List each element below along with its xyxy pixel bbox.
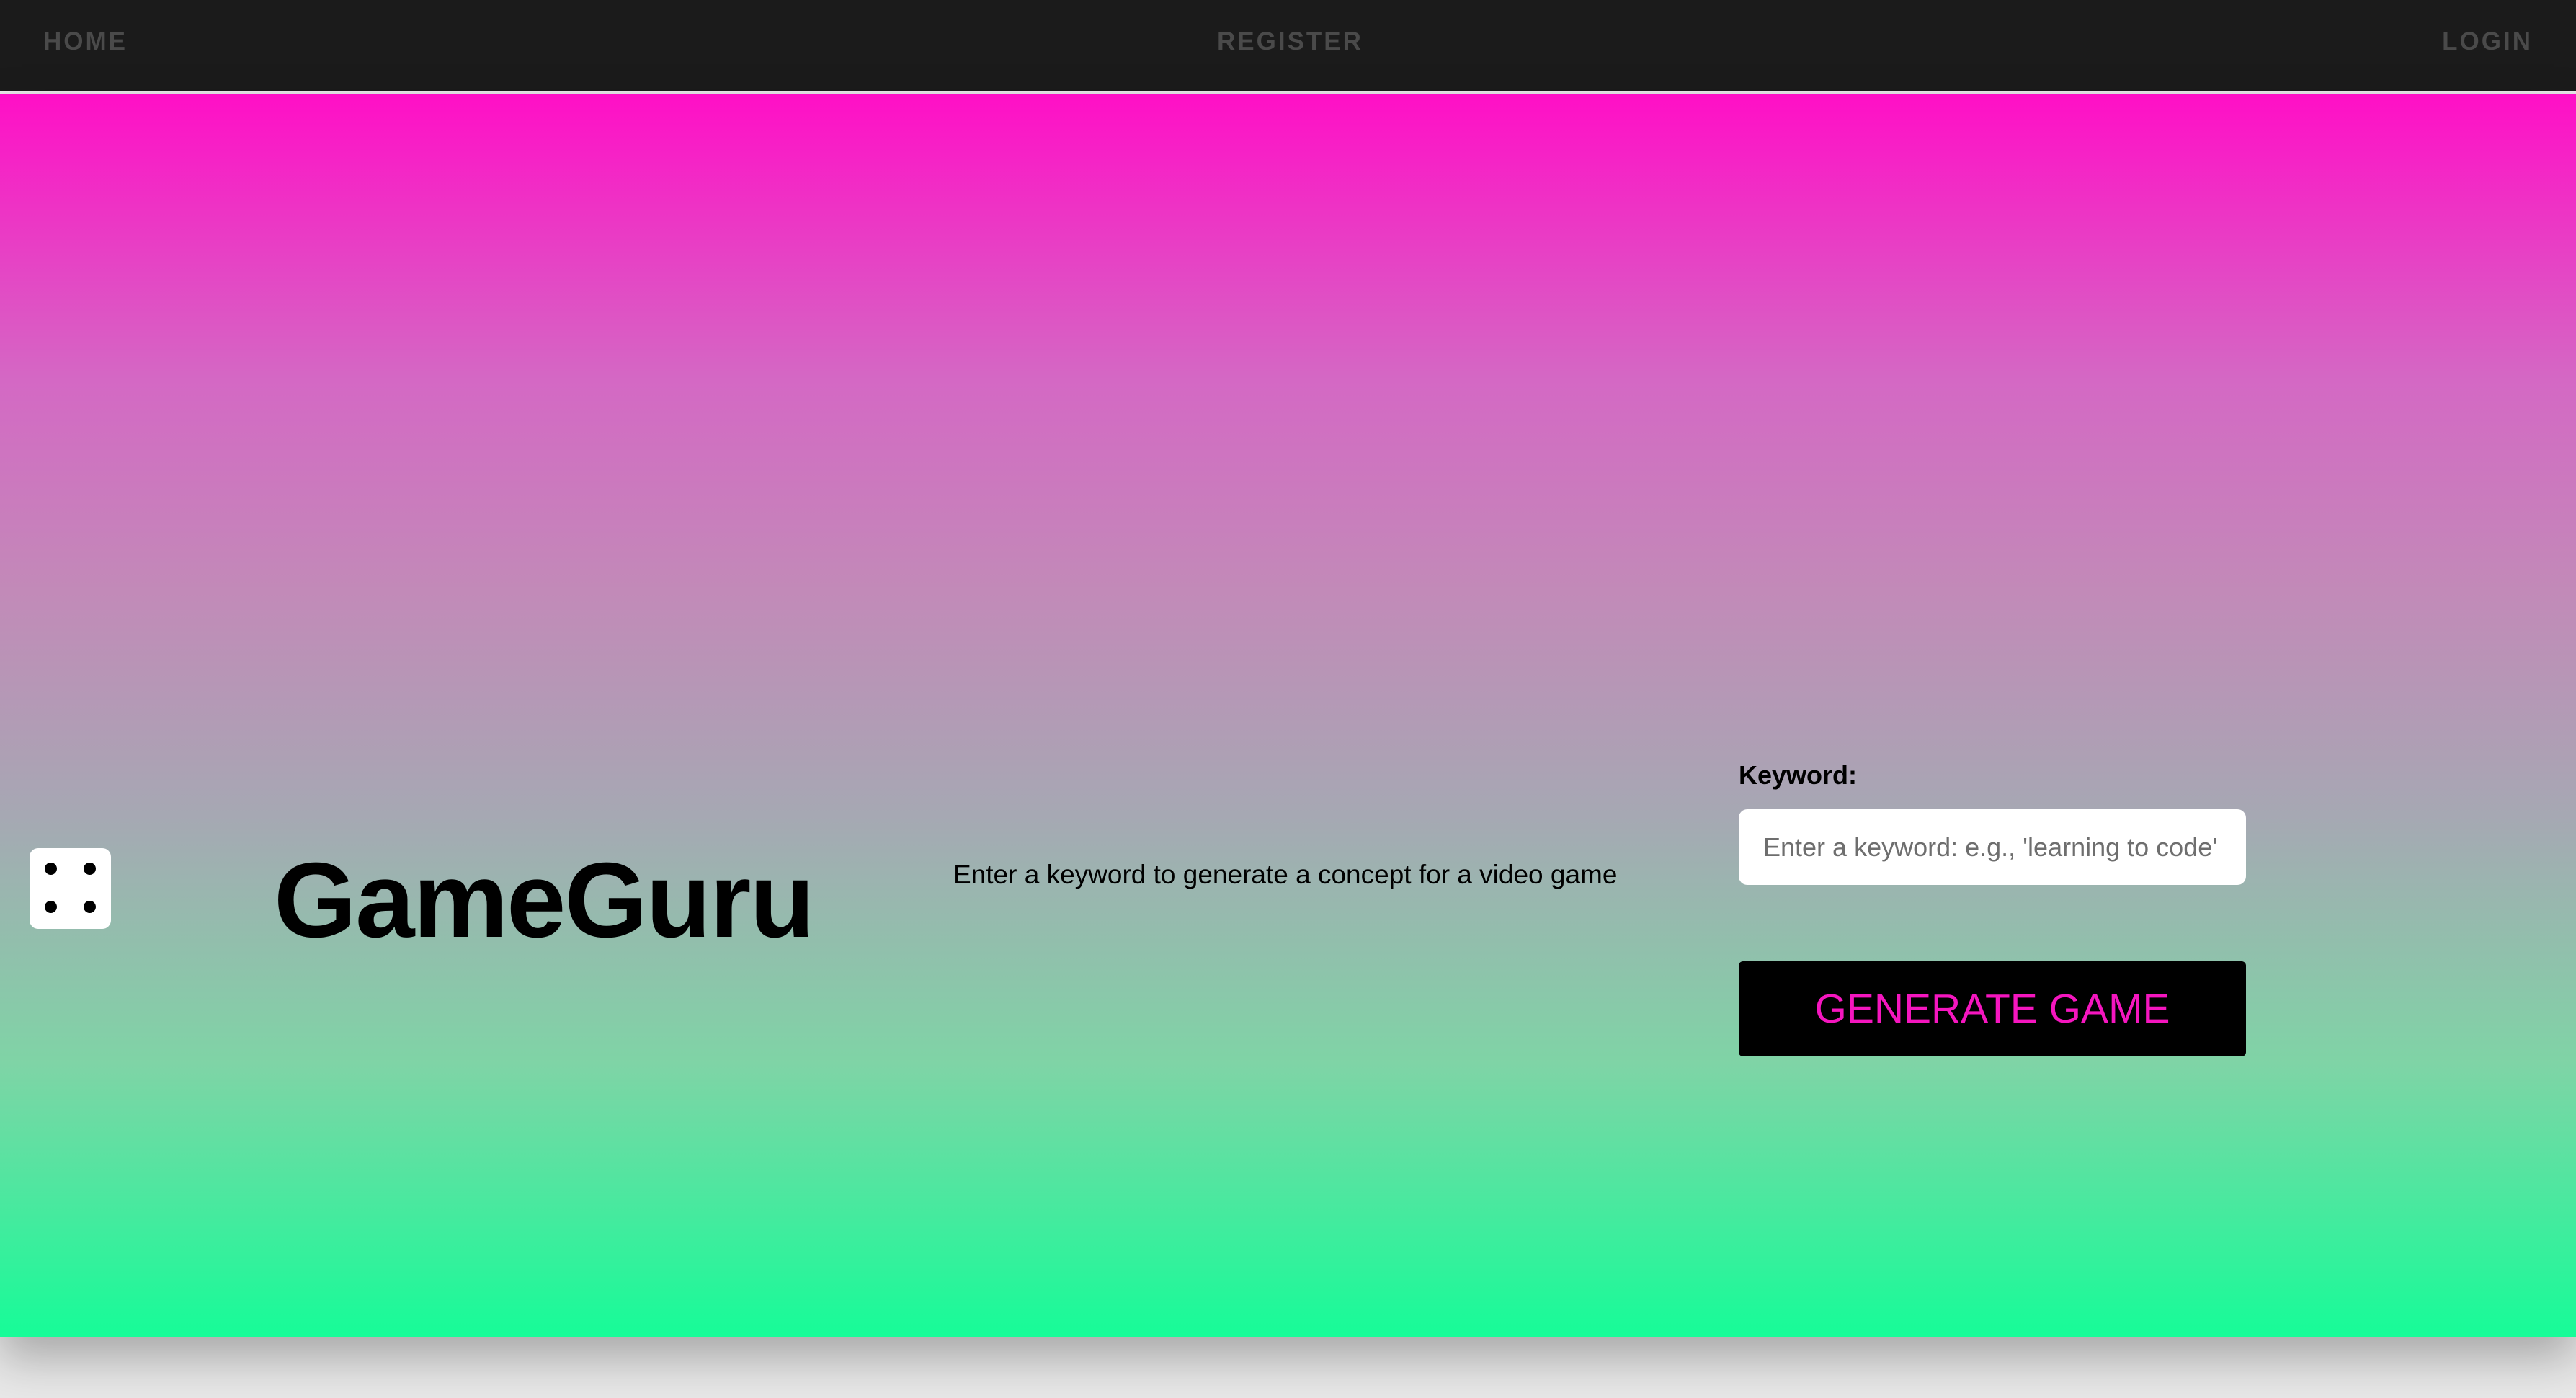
- dice-pip: [84, 863, 96, 875]
- top-navbar: HOME REGISTER LOGIN: [0, 0, 2576, 92]
- dice-pip: [45, 863, 57, 875]
- hero-section: GameGuru Enter a keyword to generate a c…: [0, 94, 2576, 1337]
- dice-icon: [30, 848, 111, 929]
- nav-register-link[interactable]: REGISTER: [1217, 27, 1363, 56]
- tagline-text: Enter a keyword to generate a concept fo…: [953, 860, 1618, 889]
- dice-pip: [45, 901, 57, 913]
- nav-login-link[interactable]: LOGIN: [2442, 27, 2533, 56]
- page-title: GameGuru: [274, 841, 815, 960]
- keyword-input[interactable]: [1739, 809, 2246, 885]
- generate-game-button[interactable]: GENERATE GAME: [1739, 961, 2246, 1056]
- nav-home-link[interactable]: HOME: [43, 27, 128, 56]
- keyword-label: Keyword:: [1739, 760, 1858, 790]
- dice-pip: [84, 901, 96, 913]
